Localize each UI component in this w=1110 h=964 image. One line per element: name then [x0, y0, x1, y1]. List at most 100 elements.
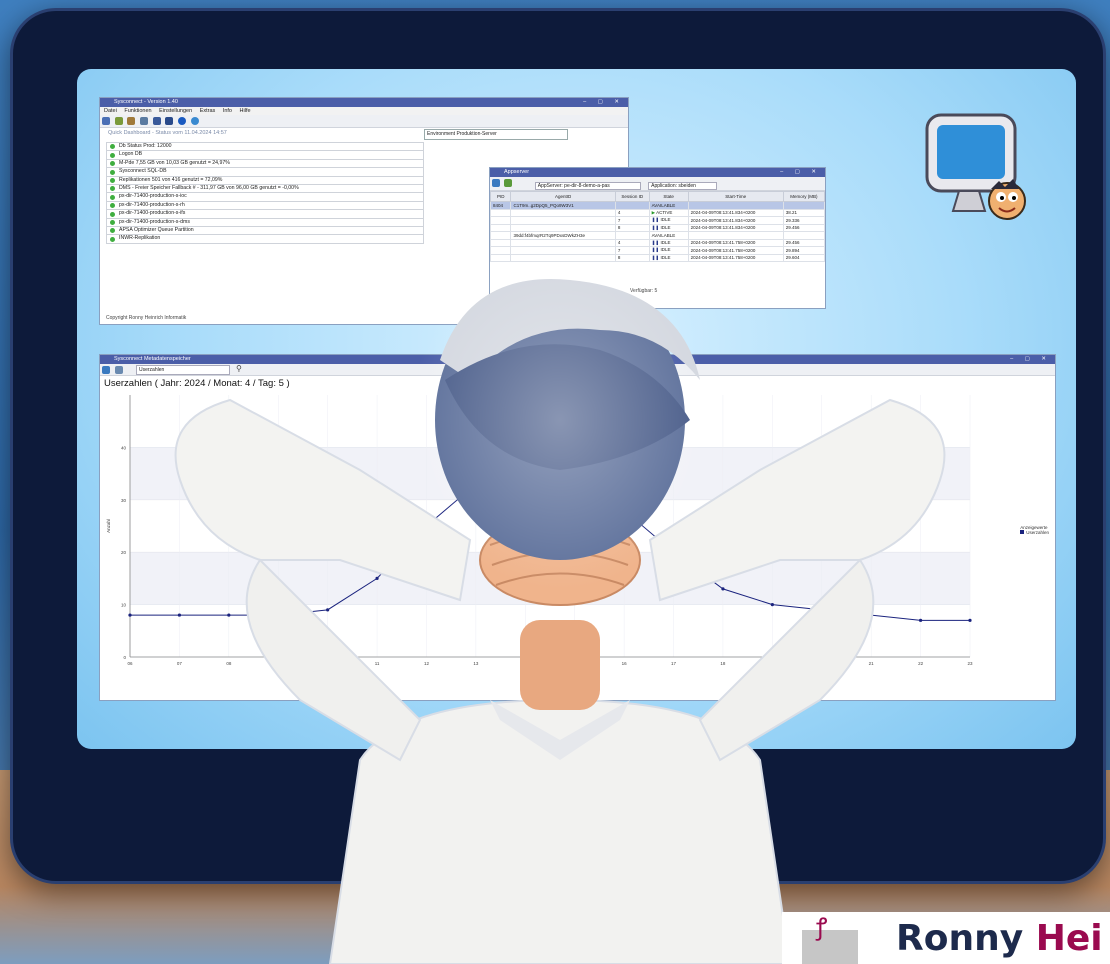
table-row[interactable]: 8 ❚❚ IDLE 2024-04-09T08:13:41.834+0200 29.4… [490, 223, 825, 232]
col-agentid[interactable]: AgentID [510, 191, 616, 202]
table-row[interactable]: 7 ❚❚ IDLE 2024-04-09T08:13:41.834+0200 29.3… [490, 216, 825, 225]
table-row[interactable]: 4 ❚❚ IDLE 2024-04-09T08:13:41.758+0200 29.4… [490, 238, 825, 247]
window-controls[interactable]: – ▢ ✕ [583, 98, 624, 107]
cell: AVAILABLE [648, 201, 689, 210]
pause-icon: ❚❚ [651, 254, 660, 260]
cell [490, 223, 512, 232]
refresh-icon[interactable] [102, 366, 110, 374]
status-row-label: INWR-Replikation [119, 235, 161, 242]
data-point [573, 477, 577, 481]
legend-series-name: Userzahlen [1026, 530, 1049, 535]
status-ok-icon [110, 152, 115, 158]
pause-icon: ❚❚ [651, 247, 660, 253]
environment-select[interactable]: Environment Produktion-Server [424, 129, 568, 140]
cell [782, 201, 825, 210]
search-icon[interactable]: ⚲ [236, 364, 242, 373]
table-row[interactable]: 39dd:f4bfmqrR2Tq9PDxsDWkZH3e AVAILABLE [490, 231, 825, 240]
brand-name-first: Ronny [896, 918, 1024, 959]
status-row[interactable]: px-dir-71400-production-s-ioc [106, 193, 424, 202]
cell: 29.604 [782, 253, 825, 262]
table-row[interactable]: 7 ❚❚ IDLE 2024-04-09T08:13:41.758+0200 29.8… [490, 246, 825, 255]
status-ok-icon [110, 177, 115, 183]
table-row[interactable]: 8 ❚❚ IDLE 2024-04-09T08:13:41.758+0200 29.6… [490, 253, 825, 262]
data-point [375, 576, 379, 580]
col-starttime[interactable]: Start-Time [687, 191, 784, 202]
pause-icon: ❚❚ [651, 217, 660, 223]
table-row[interactable]: 4 ▶ ACTIVE 2024-04-09T08:13:41.834+0200 38.… [490, 208, 825, 217]
menu-datei[interactable]: Datei [104, 108, 117, 114]
menu-bar: Datei Funktionen Einstellungen Extras In… [100, 107, 628, 115]
data-point [276, 613, 280, 617]
status-row[interactable]: Replikationen 501 von 416 genutzt = 72,0… [106, 176, 424, 185]
cell [510, 253, 616, 262]
application-select[interactable]: Application: sbeiden [648, 182, 717, 190]
col-state[interactable]: State [648, 191, 689, 202]
menu-hilfe[interactable]: Hilfe [240, 108, 251, 114]
refresh-icon[interactable] [492, 179, 500, 187]
status-row[interactable]: APSA Optimizer Queue Partition [106, 226, 424, 236]
cell: ▶ ACTIVE [648, 208, 689, 217]
status-row[interactable]: INWR-Replikation [106, 235, 424, 244]
window-controls[interactable]: – ▢ ✕ [1010, 355, 1051, 364]
cell: ❚❚ IDLE [648, 253, 689, 262]
data-point [326, 608, 330, 612]
refresh-icon[interactable] [190, 117, 199, 125]
data-point [721, 587, 725, 591]
monitor-icon[interactable] [152, 117, 161, 125]
menu-extras[interactable]: Extras [200, 108, 216, 114]
database-icon[interactable] [127, 117, 136, 125]
window-controls[interactable]: – ▢ ✕ [780, 168, 821, 177]
y-tick-label: 30 [121, 498, 127, 503]
status-ok-icon [110, 228, 115, 234]
menu-info[interactable]: Info [223, 108, 232, 114]
server-icon[interactable] [114, 117, 123, 125]
x-tick-label: 23 [967, 661, 973, 666]
cell: 8 [614, 253, 650, 262]
col-session[interactable]: Session ID [614, 191, 650, 202]
col-pid[interactable]: PID [490, 191, 512, 202]
users-icon[interactable] [102, 117, 110, 125]
cell [687, 201, 784, 210]
chart-icon[interactable] [165, 117, 174, 125]
status-row[interactable]: M-Pde 7,55 GB von 10,03 GB genutzt = 24,… [106, 159, 424, 169]
metric-select[interactable]: Userzahlen [136, 365, 230, 375]
status-row[interactable]: DMS - Freier Speicher Fallback # - 311,9… [106, 184, 424, 194]
y-tick-label: 20 [121, 550, 127, 555]
col-memory[interactable]: Memory (MB) [782, 191, 825, 202]
x-tick-label: 07 [177, 661, 183, 666]
cell [687, 231, 784, 240]
settings-icon[interactable] [140, 117, 149, 125]
x-tick-label: 17 [671, 661, 677, 666]
x-tick-label: 21 [869, 661, 875, 666]
cell: 29.894 [782, 246, 825, 255]
status-row[interactable]: Sysconnect SQL-DB [106, 168, 424, 177]
cell: 2024-04-09T08:13:41.758+0200 [687, 253, 784, 262]
status-row[interactable]: px-dir-71400-production-s-dms [106, 218, 424, 227]
y-tick-label: 10 [121, 603, 127, 608]
cell [782, 231, 825, 240]
x-tick-label: 19 [770, 661, 776, 666]
status-row[interactable]: Logon DB [106, 151, 424, 160]
status-row[interactable]: Db Status Prod: 12000 [106, 142, 424, 152]
play-icon: ▶ [651, 209, 656, 215]
table-row[interactable]: 8404 C1T9m..g2DpQ5_PQo9W3V1 AVAILABLE [490, 201, 825, 210]
start-icon[interactable] [504, 179, 513, 187]
status-row[interactable]: px-dir-71400-production-s-rh [106, 201, 424, 211]
cell: 2024-04-09T08:13:41.758+0200 [687, 246, 784, 255]
status-row-label: Replikationen 501 von 416 genutzt = 72,0… [119, 176, 223, 183]
grid-band [130, 447, 970, 500]
appserver-toolbar: AppServer: pe-dir-8-demo-a-pas Applicati… [490, 177, 825, 191]
menu-funktionen[interactable]: Funktionen [124, 108, 151, 114]
available-count: Verfügbar: 5 [630, 288, 658, 294]
state-label: IDLE [660, 239, 671, 245]
data-point [523, 472, 527, 476]
appserver-select[interactable]: AppServer: pe-dir-8-demo-a-pas [534, 182, 641, 190]
appserver-window: Appserver – ▢ ✕ AppServer: pe-dir-8-demo… [489, 167, 826, 309]
info-icon[interactable] [178, 117, 187, 125]
print-icon[interactable] [114, 366, 123, 374]
x-tick-label: 20 [819, 661, 825, 666]
status-row[interactable]: px-dir-71400-production-s-ifs [106, 210, 424, 219]
menu-einstellungen[interactable]: Einstellungen [159, 108, 192, 114]
cell: 7 [614, 216, 650, 225]
status-row-label: Sysconnect SQL-DB [119, 168, 167, 175]
